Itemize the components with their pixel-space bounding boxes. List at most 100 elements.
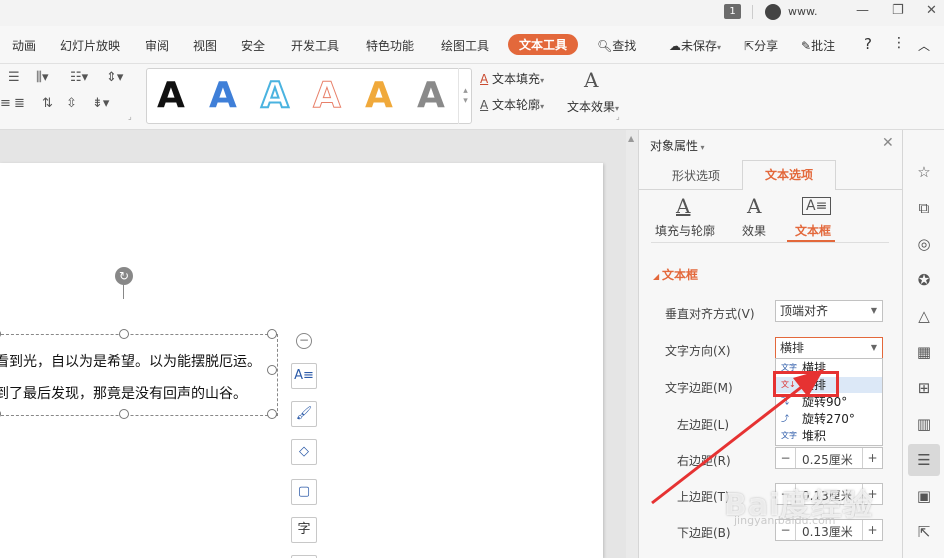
help-button[interactable]: ? (864, 35, 872, 53)
subtab-fill-outline[interactable]: 填充与轮廓 (655, 222, 715, 239)
collapse-toolbar-button[interactable]: − (296, 333, 312, 349)
tab-developer[interactable]: 开发工具 (291, 37, 339, 54)
title-bar: 1 www. — ❐ ✕ (0, 0, 944, 26)
valign-select[interactable]: 顶端对齐 ▼ (775, 300, 883, 322)
more-button[interactable]: ⋮ (892, 35, 906, 51)
right-margin-stepper[interactable]: − 0.25厘米 + (775, 447, 883, 469)
search-icon: 🔍︎ (597, 39, 613, 53)
columns-icon[interactable]: ⫼▾ (36, 70, 49, 85)
avatar[interactable] (765, 4, 781, 20)
style-sample-black[interactable]: A (157, 75, 185, 116)
direction-select[interactable]: 横排 ▼ (775, 337, 883, 359)
tab-drawing-tools[interactable]: 绘图工具 (441, 37, 489, 54)
badge-icon[interactable]: ✪ (914, 270, 934, 290)
scrollbar[interactable]: ▲ (626, 130, 638, 558)
right-margin-value[interactable]: 0.25厘米 (802, 451, 853, 468)
resize-handle[interactable] (267, 409, 277, 419)
distribute-icon[interactable]: ≣ (14, 96, 25, 111)
text-effect-button[interactable]: 文本效果▾ (567, 98, 619, 115)
resize-handle[interactable] (119, 329, 129, 339)
tab-security[interactable]: 安全 (241, 37, 265, 54)
tab-slideshow[interactable]: 幻灯片放映 (60, 37, 120, 54)
chevron-down-icon: ▼ (870, 306, 877, 315)
font-icon[interactable]: 字 (291, 517, 317, 543)
decrease-button[interactable]: − (776, 448, 796, 468)
fill-outline-icon[interactable]: A (676, 194, 690, 218)
text-direction-icon[interactable]: ⇕▾ (106, 70, 123, 85)
search-label: 查找 (612, 39, 637, 53)
direction-label: 文字方向(X) (665, 344, 731, 358)
list-icon[interactable]: ☷▾ (70, 70, 88, 85)
rotate-icon[interactable]: ↻ (115, 267, 133, 285)
brush-icon[interactable]: 🖌︎ (291, 401, 317, 427)
slide[interactable]: ↻ 看到光，自以为是希望。以为能摆脱厄运。 到了最后发现，那竟是没有回声的山谷。… (0, 163, 603, 558)
window-count-badge[interactable]: 1 (724, 4, 741, 19)
paragraph-spacing-icon[interactable]: ⇳ (66, 96, 77, 111)
user-name[interactable]: www. (788, 5, 817, 18)
panel-title[interactable]: 对象属性 ▾ (650, 137, 705, 154)
triangle-icon[interactable]: △ (914, 306, 934, 326)
tab-text-options[interactable]: 文本选项 (742, 160, 836, 190)
style-sample-orange[interactable]: A (365, 75, 393, 116)
indent-icon[interactable]: ≡ (0, 96, 11, 111)
chart-icon[interactable]: ▥ (914, 414, 934, 434)
gallery-scroll[interactable]: ▴ ▾ (458, 68, 472, 124)
style-sample-outline-blue[interactable]: A (260, 74, 290, 117)
close-icon[interactable]: ✕ (882, 135, 894, 151)
text-outline-button[interactable]: A 文本轮廓▾ (480, 96, 544, 113)
subtab-effect[interactable]: 效果 (742, 222, 766, 239)
option-stacked[interactable]: 文字 堆积 (776, 428, 882, 444)
style-sample-blue[interactable]: A (209, 75, 237, 116)
share-button[interactable]: ⇱分享 (744, 37, 778, 54)
unsaved-button[interactable]: ☁未保存▾ (669, 37, 721, 54)
text-effect-icon[interactable]: A (584, 68, 598, 92)
text-line-2: 到了最后发现，那竟是没有回声的山谷。 (0, 386, 247, 402)
resize-handle[interactable] (267, 329, 277, 339)
align-left-icon[interactable]: ☰ (8, 70, 20, 85)
resize-handle[interactable] (267, 365, 277, 375)
minimize-button[interactable]: — (856, 3, 869, 18)
style-sample-gray[interactable]: A (417, 75, 445, 116)
text-effect-label: 文本效果 (567, 100, 616, 114)
line-spacing-icon[interactable]: ⇅ (42, 96, 53, 111)
restore-button[interactable]: ❐ (892, 3, 904, 18)
star-icon[interactable]: ☆ (914, 162, 934, 182)
tab-animation[interactable]: 动画 (12, 37, 36, 54)
tab-view[interactable]: 视图 (193, 37, 217, 54)
tab-features[interactable]: 特色功能 (366, 37, 414, 54)
table-icon[interactable]: ▦ (914, 342, 934, 362)
textbox-icon[interactable]: A≡ (802, 197, 832, 215)
style-sample-outline-red[interactable]: A (313, 75, 342, 117)
tab-review[interactable]: 审阅 (145, 37, 169, 54)
resize-handle[interactable] (119, 409, 129, 419)
image-icon[interactable]: ▣ (914, 486, 934, 506)
layers-icon[interactable]: ◎ (914, 234, 934, 254)
collapse-ribbon-button[interactable]: ︿ (918, 37, 930, 54)
properties-icon[interactable]: ☰ (908, 444, 940, 476)
selected-text-box[interactable]: 看到光，自以为是希望。以为能摆脱厄运。 到了最后发现，那竟是没有回声的山谷。 (0, 329, 278, 419)
tab-text-tools[interactable]: 文本工具 (508, 34, 579, 55)
subtab-textbox[interactable]: 文本框 (795, 222, 831, 239)
shapes-icon[interactable]: ⧉ (914, 198, 934, 218)
text-fill-button[interactable]: A 文本填充▾ (480, 70, 544, 87)
comment-button[interactable]: ✎批注 (801, 37, 835, 54)
section-header[interactable]: ◢ 文本框 (653, 266, 698, 283)
effect-icon[interactable]: A (747, 194, 761, 218)
grid-icon[interactable]: ⊞ (914, 378, 934, 398)
fill-bucket-icon[interactable]: ◇ (291, 439, 317, 465)
share-out-icon[interactable]: ⇱ (914, 522, 934, 542)
spacing-menu-icon[interactable]: ⇟▾ (92, 96, 109, 111)
increase-button[interactable]: + (862, 448, 882, 468)
option-label: 旋转90° (802, 395, 848, 409)
close-button[interactable]: ✕ (926, 3, 937, 18)
outline-icon[interactable]: ▢ (291, 479, 317, 505)
group-launcher-icon[interactable]: ⌟ (616, 112, 620, 121)
scroll-up-icon[interactable]: ▲ (628, 134, 634, 143)
tab-shape-options[interactable]: 形状选项 (672, 167, 720, 184)
resize-handle[interactable] (0, 329, 1, 339)
search-button[interactable]: 🔍︎查找 (597, 37, 636, 54)
option-rotate-270[interactable]: ⤴ 旋转270° (776, 411, 882, 427)
resize-handle[interactable] (0, 409, 1, 419)
text-style-icon[interactable]: A≡ (291, 363, 317, 389)
group-launcher-icon[interactable]: ⌟ (128, 112, 132, 121)
